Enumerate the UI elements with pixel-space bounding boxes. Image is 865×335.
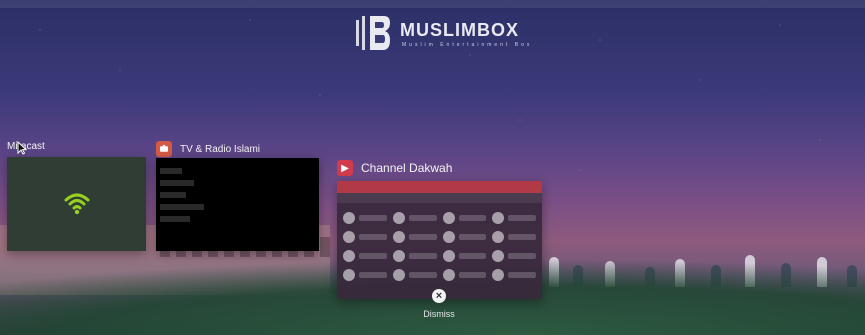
channel-item: [343, 230, 387, 244]
dakwah-preview-channel-grid: [337, 203, 542, 290]
channel-item: [492, 230, 536, 244]
channel-item: [343, 249, 387, 263]
tv-icon: [160, 144, 168, 152]
wifi-icon: [64, 193, 89, 215]
recent-card-tv-radio[interactable]: [156, 158, 319, 251]
mouse-pointer-icon: [17, 141, 27, 155]
status-bar-strip: [0, 0, 865, 8]
recent-title-text-channel-dakwah: Channel Dakwah: [361, 161, 453, 175]
logo-tagline: Muslim Entertainment Box: [402, 42, 533, 48]
channel-item: [442, 211, 487, 225]
channel-item: [442, 230, 487, 244]
channel-item: [442, 268, 487, 282]
recent-card-channel-dakwah[interactable]: [337, 181, 542, 299]
dakwah-preview-header: [337, 181, 542, 193]
channel-item: [392, 211, 437, 225]
channel-item: [392, 268, 437, 282]
recent-title-channel-dakwah: ▶ Channel Dakwah: [337, 160, 452, 176]
tv-radio-preview: [160, 162, 315, 247]
channel-item: [492, 249, 536, 263]
tv-radio-app-icon: [156, 141, 172, 157]
channel-item: [343, 268, 387, 282]
muslimbox-logo-icon: [356, 16, 390, 50]
muslimbox-logo: MUSLIMBOX Muslim Entertainment Box: [354, 10, 544, 58]
channel-item: [392, 230, 437, 244]
logo-wordmark: MUSLIMBOX: [400, 20, 519, 40]
recent-card-miracast[interactable]: [7, 157, 146, 251]
channel-item: [392, 249, 437, 263]
dismiss-button[interactable]: × Dismiss: [413, 289, 465, 329]
dakwah-preview-tabs: [337, 193, 542, 203]
recent-title-tv-radio: TV & Radio Islami: [156, 141, 260, 157]
close-icon: ×: [432, 289, 446, 303]
recent-title-text-tv-radio: TV & Radio Islami: [180, 143, 261, 155]
channel-item: [492, 268, 536, 282]
youtube-play-icon: ▶: [337, 160, 353, 176]
channel-item: [343, 211, 387, 225]
channel-item: [442, 249, 487, 263]
dismiss-label: Dismiss: [423, 309, 455, 319]
channel-item: [492, 211, 536, 225]
